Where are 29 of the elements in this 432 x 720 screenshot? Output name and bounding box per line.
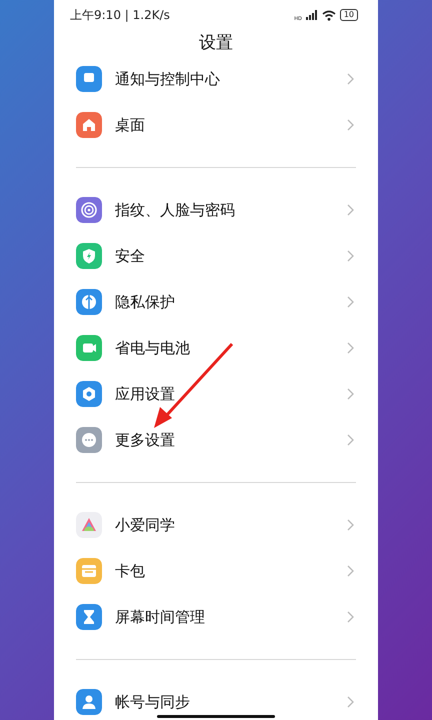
- screen-title: 设置: [198, 32, 234, 55]
- settings-item[interactable]: 卡包: [54, 548, 378, 594]
- signal-icon: [306, 10, 318, 20]
- chevron-right-icon: [347, 388, 354, 400]
- chevron-right-icon: [347, 434, 354, 446]
- settings-item[interactable]: 通知与控制中心: [54, 56, 378, 102]
- settings-item[interactable]: 屏幕时间管理: [54, 594, 378, 640]
- settings-item[interactable]: 应用设置: [54, 371, 378, 417]
- chevron-right-icon: [347, 73, 354, 85]
- chevron-right-icon: [347, 519, 354, 531]
- chevron-right-icon: [347, 696, 354, 708]
- chevron-right-icon: [347, 342, 354, 354]
- settings-item[interactable]: 指纹、人脸与密码: [54, 187, 378, 233]
- chevron-right-icon: [347, 296, 354, 308]
- settings-item[interactable]: 桌面: [54, 102, 378, 148]
- status-time: 上午9:10 | 1.2K/s: [70, 7, 170, 24]
- chevron-right-icon: [347, 119, 354, 131]
- settings-item[interactable]: 省电与电池: [54, 325, 378, 371]
- wifi-icon: [322, 10, 336, 20]
- settings-item[interactable]: 小爱同学: [54, 502, 378, 548]
- chevron-right-icon: [347, 611, 354, 623]
- settings-item[interactable]: 帐号与同步: [54, 679, 378, 720]
- settings-item[interactable]: 隐私保护: [54, 279, 378, 325]
- settings-item[interactable]: 更多设置: [54, 417, 378, 463]
- battery-icon: 10: [340, 9, 358, 21]
- chevron-right-icon: [347, 250, 354, 262]
- chevron-right-icon: [347, 204, 354, 216]
- chevron-right-icon: [347, 565, 354, 577]
- settings-item[interactable]: 安全: [54, 233, 378, 279]
